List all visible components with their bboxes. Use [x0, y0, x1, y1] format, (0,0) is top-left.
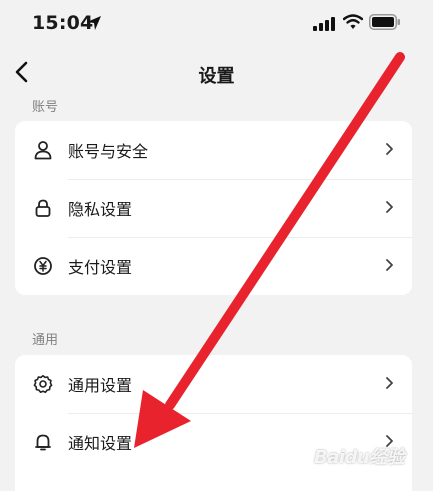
annotation-arrow: [134, 52, 405, 448]
watermark: Baidu经验: [314, 447, 405, 468]
